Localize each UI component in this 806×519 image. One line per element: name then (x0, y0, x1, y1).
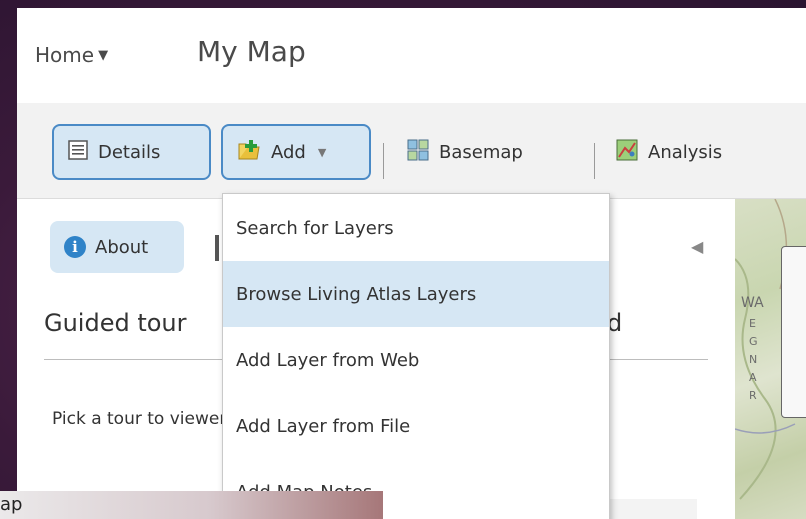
guided-tour-heading: Guided tour (44, 309, 187, 337)
toolbar-divider (594, 143, 595, 179)
basemap-icon (407, 139, 429, 166)
toolbar: Details Add ▼ Basemap Analysis (17, 103, 806, 199)
analysis-button[interactable]: Analysis (602, 124, 736, 180)
map-title: My Map (197, 35, 306, 68)
details-label: Details (98, 141, 161, 163)
collapse-pane-icon[interactable]: ◀ (691, 237, 703, 256)
background-window: ap (0, 491, 383, 519)
map-range-label: R (749, 389, 757, 402)
caret-down-icon: ▼ (98, 48, 109, 63)
menu-item-add-layer-from-file[interactable]: Add Layer from File (223, 393, 609, 459)
app-header: Home ▼ My Map (17, 8, 806, 103)
analysis-label: Analysis (648, 141, 723, 163)
add-label: Add (271, 141, 306, 163)
map-canvas[interactable]: WA E G N A R (735, 199, 806, 519)
basemap-label: Basemap (439, 141, 523, 163)
about-tab[interactable]: i About (50, 221, 184, 273)
tour-description: Pick a tour to viewer. (52, 409, 231, 429)
about-tab-label: About (95, 236, 149, 258)
chevron-down-icon: ▼ (317, 145, 327, 159)
map-range-label: G (749, 335, 758, 348)
zoom-control[interactable] (781, 246, 806, 418)
home-menu[interactable]: Home ▼ (35, 43, 108, 67)
map-range-label: A (749, 371, 757, 384)
add-layer-icon (237, 139, 261, 166)
next-tab-edge (215, 235, 219, 261)
background-window-text: ap (0, 494, 23, 515)
details-icon (68, 139, 88, 165)
info-icon: i (64, 236, 86, 258)
map-range-label: N (749, 353, 758, 366)
basemap-button[interactable]: Basemap (393, 124, 537, 180)
map-viewer-window: Home ▼ My Map Details Add ▼ Basemap Anal… (17, 8, 806, 519)
add-button[interactable]: Add ▼ (221, 124, 371, 180)
details-button[interactable]: Details (52, 124, 211, 180)
home-label: Home (35, 43, 95, 67)
map-range-label: E (749, 317, 756, 330)
toolbar-divider (383, 143, 384, 179)
add-menu: Search for Layers Browse Living Atlas La… (222, 193, 610, 519)
analysis-icon (616, 139, 638, 166)
menu-item-search-for-layers[interactable]: Search for Layers (223, 195, 609, 261)
map-state-label: WA (741, 295, 764, 311)
menu-item-add-layer-from-web[interactable]: Add Layer from Web (223, 327, 609, 393)
menu-item-browse-living-atlas-layers[interactable]: Browse Living Atlas Layers (223, 261, 609, 327)
